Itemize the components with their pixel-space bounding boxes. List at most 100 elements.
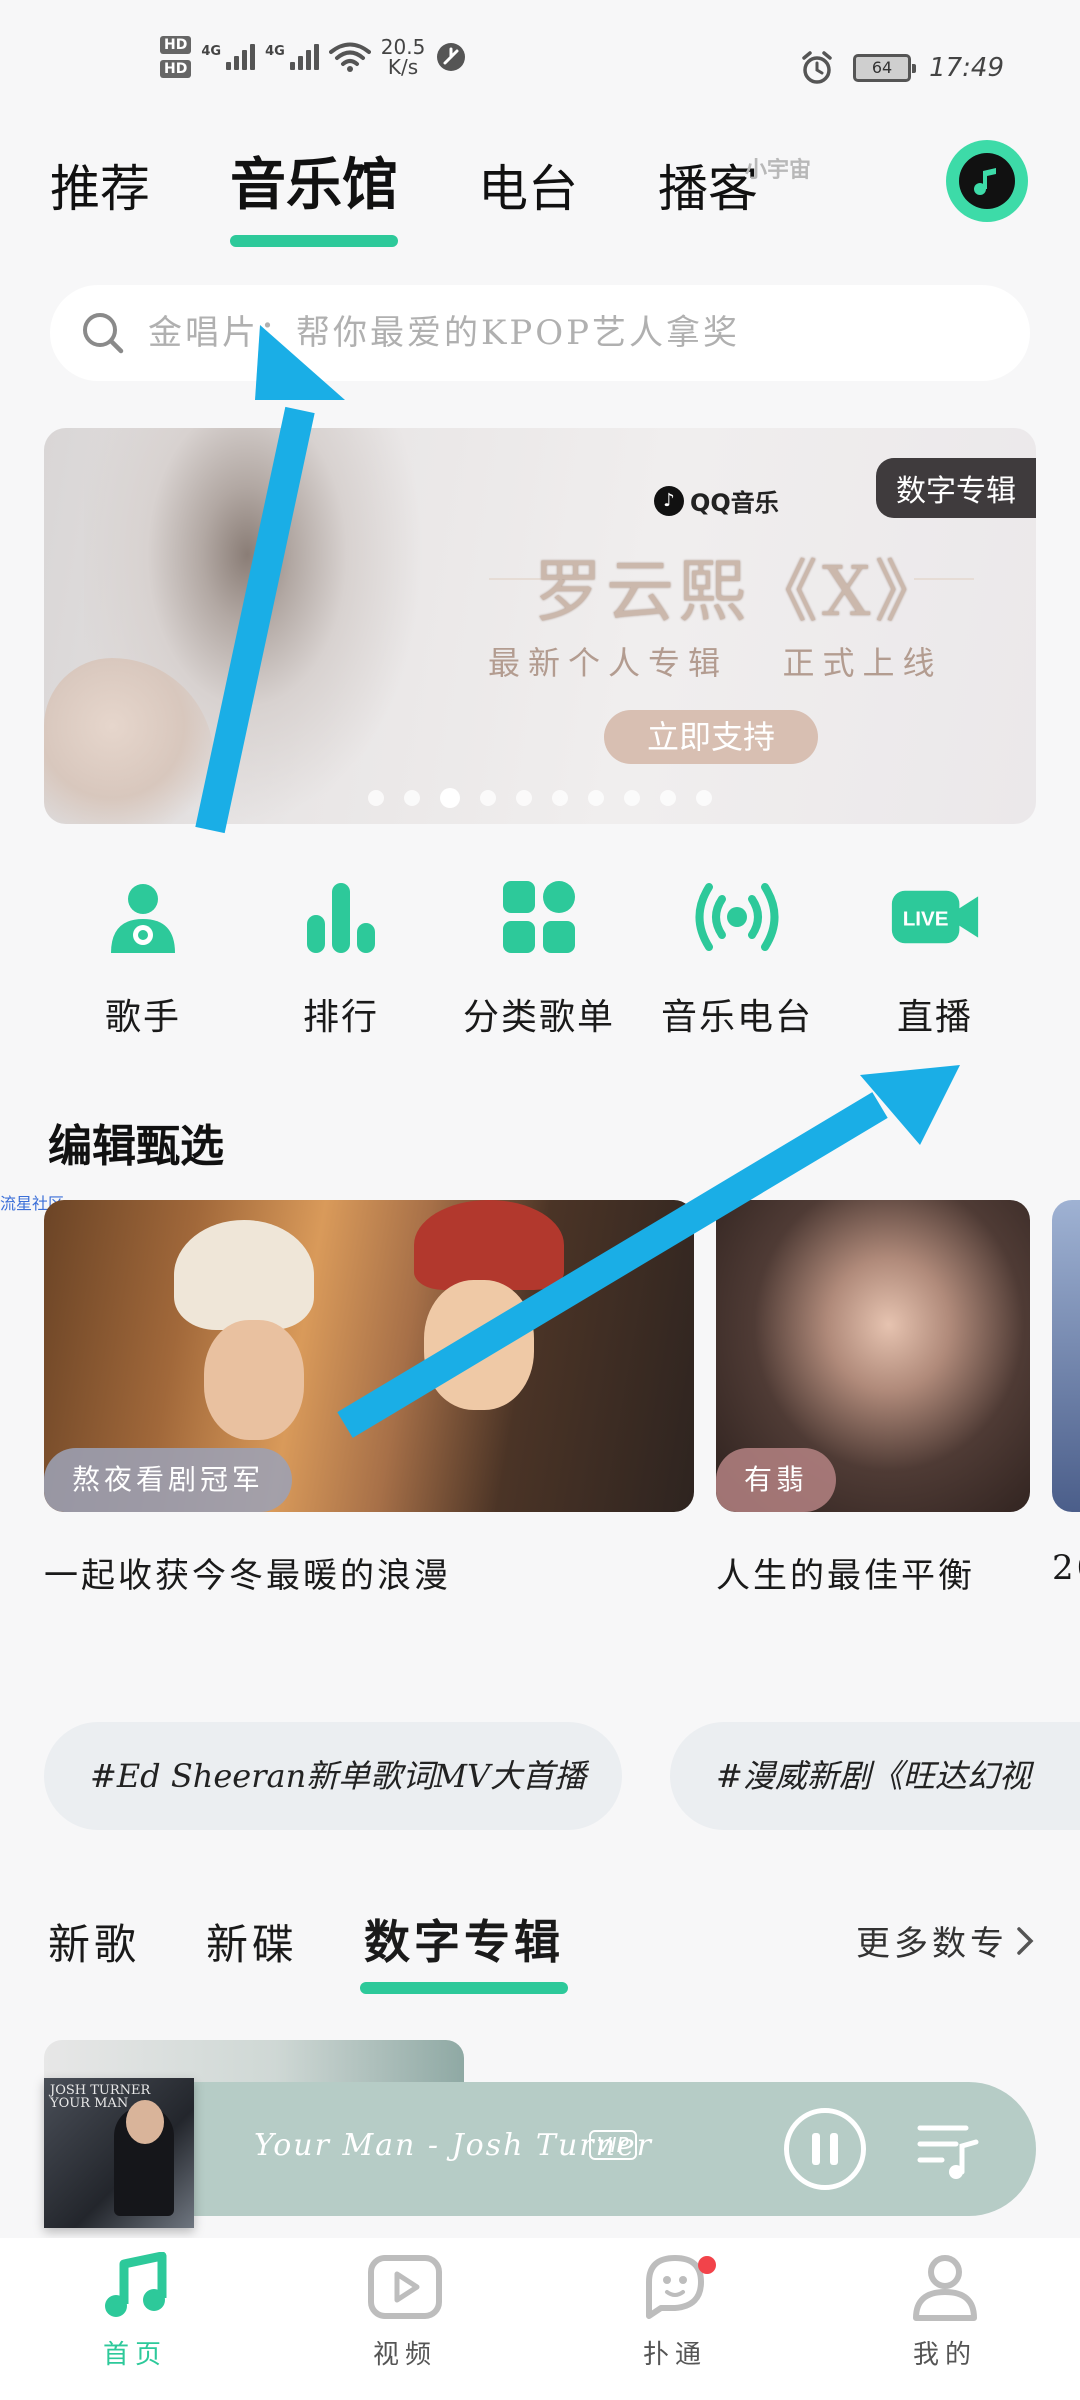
entry-music-radio[interactable]: 音乐电台 <box>638 872 836 1040</box>
video-play-icon <box>368 2255 442 2319</box>
speed-value: 20.5 <box>380 35 426 59</box>
pick-card-tag: 熬夜看剧冠军 <box>44 1448 293 1512</box>
tab-music-hall[interactable]: 音乐馆 <box>230 140 398 247</box>
banner-title: 罗云熙《X》 <box>534 553 947 632</box>
quick-entry-row: 歌手 排行 分类歌单 音乐电台 LIVE 直播 <box>44 872 1036 1040</box>
hd-icon-1: HD <box>160 36 192 54</box>
entry-label: 歌手 <box>104 997 181 1038</box>
topic-chip[interactable]: #Ed Sheeran新单歌词MV大首播 <box>44 1722 622 1830</box>
qq-music-icon: ♪ <box>654 485 684 516</box>
carousel-dot[interactable] <box>660 790 676 806</box>
status-right: 64 17:49 <box>799 50 1004 86</box>
pick-card[interactable]: 熬夜看剧冠军 一起收获今冬最暖的浪漫 <box>44 1200 694 1597</box>
entry-label: 音乐电台 <box>660 997 813 1038</box>
tab-digital-albums[interactable]: 数字专辑 <box>360 1906 569 1994</box>
pause-icon-bar <box>830 2133 838 2165</box>
search-bar[interactable] <box>50 285 1030 381</box>
carousel-dot[interactable] <box>624 790 640 806</box>
pick-card-caption: 人生的最佳平衡 <box>716 1556 975 1596</box>
signal-icon-1: 4G <box>201 44 256 70</box>
carousel-dot[interactable] <box>552 790 568 806</box>
signal-icon-2: 4G <box>265 44 319 70</box>
network-type-1: 4G <box>201 44 222 59</box>
entry-live[interactable]: LIVE 直播 <box>836 872 1034 1040</box>
alarm-icon <box>802 51 832 84</box>
tab-new-albums[interactable]: 新碟 <box>206 1911 298 1972</box>
bottom-nav: 首页 视频 扑通 我的 <box>0 2238 1080 2400</box>
nav-label: 视频 <box>372 2340 437 2370</box>
carousel-dot[interactable] <box>368 790 384 806</box>
entry-label: 分类歌单 <box>462 997 615 1038</box>
tab-new-songs[interactable]: 新歌 <box>48 1911 140 1972</box>
nav-home[interactable]: 首页 <box>0 2238 270 2400</box>
nav-label: 扑通 <box>642 2340 707 2370</box>
carousel-dot[interactable] <box>516 790 532 806</box>
album-cover[interactable]: JOSH TURNER YOUR MAN <box>44 2078 194 2228</box>
pick-card-image <box>1052 1200 1080 1512</box>
pick-card-caption: 20 <box>1052 1548 1080 1588</box>
tab-recommend[interactable]: 推荐 <box>50 149 150 221</box>
radio-icon <box>692 872 782 962</box>
banner-tag: 数字专辑 <box>876 458 1036 518</box>
nav-video[interactable]: 视频 <box>270 2238 540 2400</box>
carousel-dot[interactable] <box>404 790 420 806</box>
hd-icon-2: HD <box>160 60 192 78</box>
nav-label: 我的 <box>912 2340 977 2370</box>
more-digital-albums-link[interactable]: 更多数专 <box>856 1916 1036 1965</box>
chevron-right-icon <box>1017 1926 1034 1955</box>
clock: 17:49 <box>929 53 1004 83</box>
entry-label: 排行 <box>302 997 379 1038</box>
network-type-2: 4G <box>265 44 285 59</box>
now-playing-button[interactable] <box>946 140 1028 222</box>
pause-button[interactable] <box>784 2108 866 2190</box>
live-badge-text: LIVE <box>903 907 949 930</box>
entry-singer[interactable]: 歌手 <box>44 872 242 1040</box>
entry-category-playlist[interactable]: 分类歌单 <box>440 872 638 1040</box>
topic-chip[interactable]: #漫威新剧《旺达幻视 <box>670 1722 1080 1830</box>
tab-podcast[interactable]: 播客 <box>658 149 758 221</box>
pick-card-image: 有翡 <box>716 1200 1030 1512</box>
search-icon <box>83 313 124 354</box>
search-input[interactable] <box>148 313 1008 353</box>
wifi-icon <box>328 42 371 72</box>
topic-chip-row: #Ed Sheeran新单歌词MV大首播 #漫威新剧《旺达幻视 <box>44 1722 1080 1832</box>
live-icon: LIVE <box>890 872 980 962</box>
nav-label: 首页 <box>102 2340 167 2370</box>
pick-card[interactable]: 有翡 人生的最佳平衡 <box>716 1200 1030 1597</box>
music-note-icon <box>959 153 1015 209</box>
support-now-button[interactable]: 立即支持 <box>604 710 818 764</box>
carousel-dot[interactable] <box>440 788 460 808</box>
mini-player[interactable]: JOSH TURNER YOUR MAN Your Man - Josh Tur… <box>44 2078 1036 2228</box>
more-link-label: 更多数专 <box>856 1924 1008 1964</box>
app-notification-icon <box>437 43 466 71</box>
speed-unit: K/s <box>387 55 419 79</box>
hd-indicators: HD HD <box>160 36 192 78</box>
album-tabs: 新歌 新碟 数字专辑 <box>48 1906 630 1994</box>
carousel-dot[interactable] <box>588 790 604 806</box>
entry-ranking[interactable]: 排行 <box>242 872 440 1040</box>
notification-badge <box>698 2256 716 2274</box>
pick-card[interactable]: 20 <box>1052 1200 1080 1588</box>
carousel-indicator <box>368 788 712 808</box>
pick-card-tag: 有翡 <box>716 1448 837 1512</box>
entry-label: 直播 <box>896 997 973 1038</box>
category-playlist-icon <box>494 872 584 962</box>
editor-picks-carousel: 熬夜看剧冠军 一起收获今冬最暖的浪漫 有翡 人生的最佳平衡 20 <box>44 1200 1080 1620</box>
nav-putong[interactable]: 扑通 <box>540 2238 810 2400</box>
nav-mine[interactable]: 我的 <box>810 2238 1080 2400</box>
pick-card-caption: 一起收获今冬最暖的浪漫 <box>44 1556 451 1596</box>
profile-icon <box>913 2255 977 2321</box>
music-note-icon <box>105 2252 167 2317</box>
editor-picks-title: 编辑甄选 <box>48 1121 224 1172</box>
carousel-dot[interactable] <box>696 790 712 806</box>
banner-subtitle: 最新个人专辑 正式上线 <box>488 644 943 682</box>
tab-radio[interactable]: 电台 <box>478 149 578 221</box>
status-bar: HD HD 4G 4G 20.5 K/s 64 17:49 <box>0 0 1080 130</box>
pause-icon-bar <box>812 2133 820 2165</box>
carousel-dot[interactable] <box>480 790 496 806</box>
playlist-icon[interactable] <box>916 2120 982 2180</box>
ranking-icon <box>296 872 386 962</box>
battery-icon: 64 <box>853 54 917 82</box>
network-speed: 20.5 K/s <box>381 37 426 77</box>
promo-banner[interactable]: 数字专辑 ♪ QQ音乐 罗云熙《X》 最新个人专辑 正式上线 立即支持 <box>44 428 1036 824</box>
